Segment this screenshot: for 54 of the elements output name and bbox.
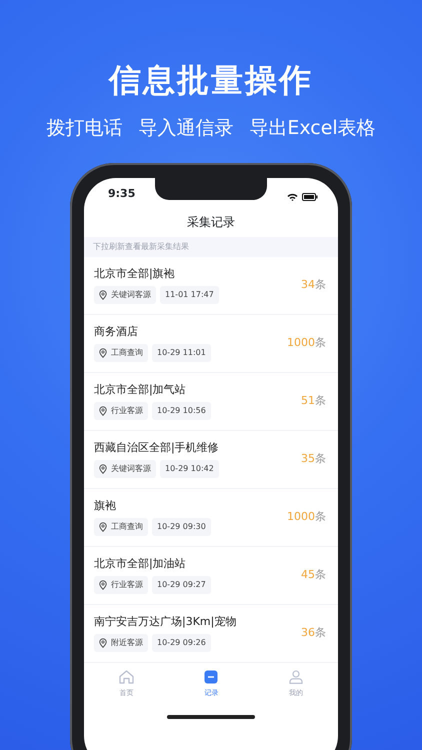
location-pin-icon [99,638,107,648]
record-row[interactable]: 北京市全部|加油站 行业客源 10-29 09:27 45条 [84,546,338,604]
source-label: 工商查询 [111,521,143,534]
source-label: 行业客源 [111,579,143,592]
location-pin-icon [99,406,107,416]
record-count: 1000条 [287,334,326,351]
time-tag: 10-29 10:56 [152,402,211,420]
person-icon [288,670,303,684]
record-count: 35条 [301,450,326,467]
record-row[interactable]: 北京市全部|加气站 行业客源 10-29 10:56 51条 [84,372,338,430]
source-label: 工商查询 [111,347,143,360]
record-title: 旗袍 [94,498,117,514]
time-tag: 10-29 09:27 [152,576,211,594]
record-count: 1000条 [287,508,326,525]
source-label: 关键词客源 [111,463,151,476]
time-tag: 11-01 17:47 [160,286,219,304]
status-time: 9:35 [108,186,136,202]
home-icon [119,670,134,684]
time-tag: 10-29 09:30 [152,518,211,536]
time-tag: 10-29 09:26 [152,634,211,652]
headline: 信息批量操作 [109,64,313,96]
location-pin-icon [99,348,107,358]
record-title: 西藏自治区全部|手机维修 [94,440,219,456]
wifi-icon [287,192,298,200]
battery-icon [302,192,318,200]
record-title: 北京市全部|加油站 [94,556,187,572]
record-count: 36条 [301,624,326,641]
record-title: 商务酒店 [94,324,139,340]
location-pin-icon [99,290,107,300]
source-label: 行业客源 [111,405,143,418]
source-label: 附近客源 [111,637,143,650]
record-title: 南宁安吉万达广场|3Km|宠物 [94,614,236,630]
record-count: 34条 [301,276,326,293]
time-tag: 10-29 11:01 [152,344,211,362]
record-count: 45条 [301,566,326,583]
record-count: 51条 [301,392,326,409]
record-row[interactable]: 商务酒店 工商查询 10-29 11:01 1000条 [84,314,338,372]
record-row[interactable]: 西藏自治区全部|手机维修 关键词客源 10-29 10:42 35条 [84,430,338,488]
record-title: 北京市全部|加气站 [94,382,187,398]
document-box-icon [204,670,218,684]
location-pin-icon [99,580,107,590]
location-pin-icon [99,464,107,474]
location-pin-icon [99,522,107,532]
record-row[interactable]: 南宁安吉万达广场|3Km|宠物 附近客源 10-29 09:26 36条 [84,604,338,662]
record-title: 北京市全部|旗袍 [94,266,176,282]
feature-text: 导入通信录 [138,116,234,141]
feature-text: 拨打电话 [46,116,122,141]
record-row[interactable]: 北京市全部|旗袍 关键词客源 11-01 17:47 34条 [84,256,338,314]
record-row[interactable]: 旗袍 工商查询 10-29 09:30 1000条 [84,488,338,546]
source-label: 关键词客源 [111,289,151,302]
time-tag: 10-29 10:42 [160,460,219,478]
refresh-hint: 下拉刷新查看最新采集结果 [93,240,189,252]
screen-title: 采集记录 [187,214,235,231]
feature-text: 导出Excel表格 [249,116,376,141]
